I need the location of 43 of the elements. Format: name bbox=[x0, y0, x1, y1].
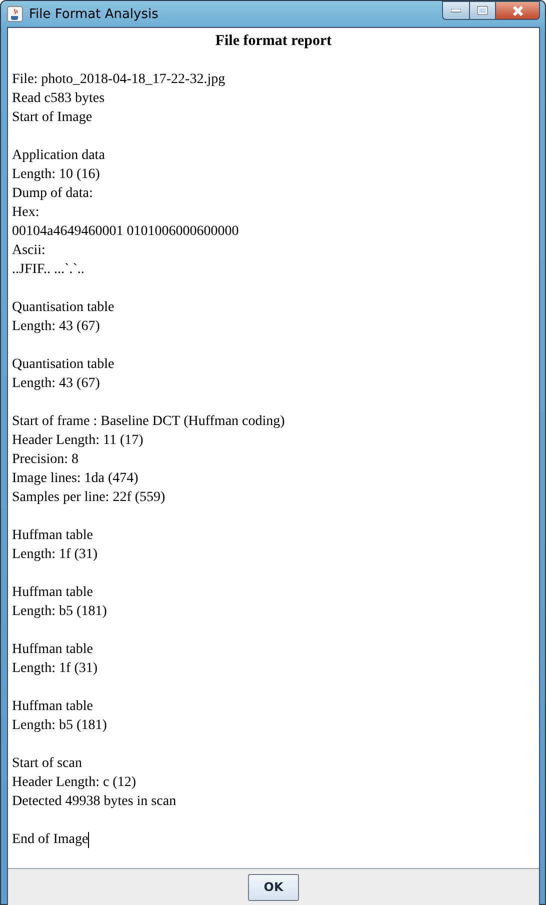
close-icon bbox=[512, 6, 524, 16]
report-line: Length: 1f (31) bbox=[12, 660, 98, 678]
report-line: Application data bbox=[12, 147, 105, 165]
report-line: Length: 43 (67) bbox=[12, 375, 100, 393]
report-line: Read c583 bytes bbox=[12, 90, 105, 108]
minimize-button[interactable] bbox=[442, 1, 469, 20]
report-line: Start of frame : Baseline DCT (Huffman coding) bbox=[12, 413, 285, 431]
report-title: File format report bbox=[215, 32, 332, 51]
minimize-icon bbox=[451, 8, 461, 12]
report-line: Huffman table bbox=[12, 641, 93, 659]
report-line: Detected 49938 bytes in scan bbox=[12, 793, 176, 811]
report-line: Samples per line: 22f (559) bbox=[12, 489, 166, 507]
report-line: Precision: 8 bbox=[12, 451, 78, 469]
report-line: Length: 43 (67) bbox=[12, 318, 100, 336]
ok-button[interactable]: OK bbox=[248, 874, 299, 900]
report-line: Start of scan bbox=[12, 755, 82, 773]
window-title: File Format Analysis bbox=[29, 6, 160, 22]
report-line: Huffman table bbox=[12, 584, 93, 602]
text-cursor bbox=[88, 832, 90, 848]
report-line: Ascii: bbox=[12, 242, 46, 260]
report-text-area[interactable] bbox=[8, 28, 539, 869]
report-line: Header Length: c (12) bbox=[12, 774, 136, 792]
report-line: Length: b5 (181) bbox=[12, 603, 107, 621]
close-button[interactable] bbox=[496, 1, 540, 20]
report-line: Header Length: 11 (17) bbox=[12, 432, 144, 450]
report-line: Length: 10 (16) bbox=[12, 166, 100, 184]
report-line: Quantisation table bbox=[12, 356, 114, 374]
report-line: End of Image bbox=[12, 831, 88, 849]
report-line: File: photo_2018-04-18_17-22-32.jpg bbox=[12, 71, 226, 89]
report-line: Huffman table bbox=[12, 527, 93, 545]
report-line: Huffman table bbox=[12, 698, 93, 716]
report-line: Dump of data: bbox=[12, 185, 93, 203]
report-line: Quantisation table bbox=[12, 299, 114, 317]
java-cup-icon bbox=[7, 6, 23, 22]
report-line: Hex: bbox=[12, 204, 40, 222]
maximize-icon bbox=[477, 6, 488, 15]
report-line: Image lines: 1da (474) bbox=[12, 470, 138, 488]
report-line: Length: b5 (181) bbox=[12, 717, 107, 735]
report-line: Start of Image bbox=[12, 109, 92, 127]
report-line: Length: 1f (31) bbox=[12, 546, 98, 564]
report-line: ..JFIF.. ...`.`.. bbox=[12, 261, 84, 279]
report-line: 00104a4649460001 0101006000600000 bbox=[12, 223, 239, 241]
maximize-button[interactable] bbox=[469, 1, 496, 20]
